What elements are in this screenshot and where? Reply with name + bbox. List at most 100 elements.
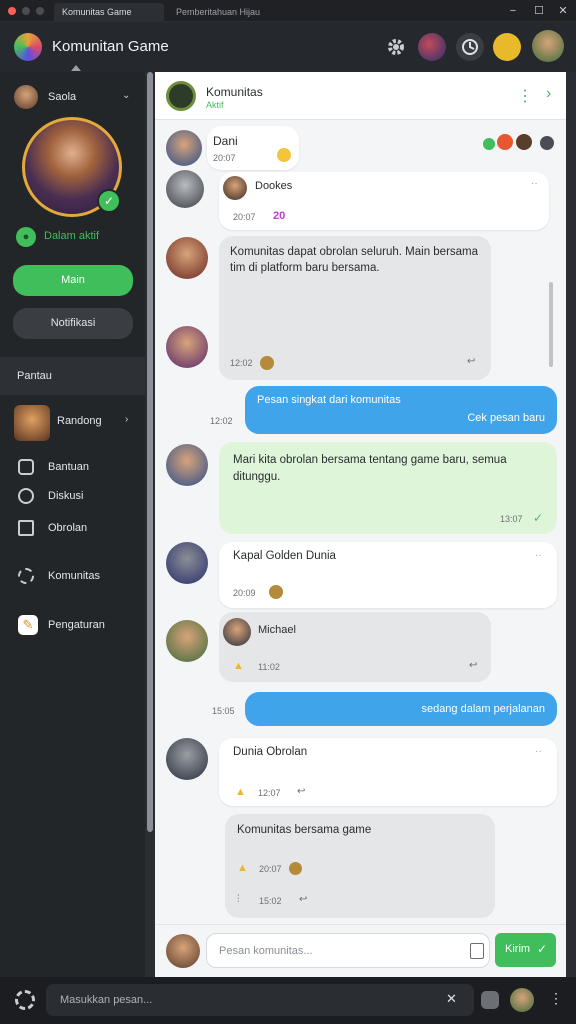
sidebar-user-avatar[interactable]	[14, 85, 38, 109]
chat-icon	[18, 520, 34, 536]
more-vertical-icon[interactable]: ⋮	[517, 86, 533, 106]
app-logo-icon	[14, 33, 42, 61]
sidebar-user-name: Saola	[48, 91, 77, 103]
coin-icon[interactable]	[493, 33, 521, 61]
more-vertical-icon[interactable]: ⋮	[549, 990, 563, 1007]
avatar[interactable]	[166, 326, 208, 368]
sidebar-item-label: Komunitas	[48, 570, 100, 582]
avatar[interactable]	[166, 444, 208, 486]
notifications-button[interactable]: Notifikasi	[13, 308, 133, 339]
more-icon[interactable]: ··	[535, 746, 542, 757]
profile-avatar-icon[interactable]	[418, 33, 446, 61]
message-bubble[interactable]: Komunitas dapat obrolan seluruh. Main be…	[219, 236, 491, 380]
sidebar-item-label: Pengaturan	[48, 619, 105, 631]
chat-scrollbar[interactable]	[549, 282, 553, 367]
verified-badge-icon: ✓	[97, 189, 121, 213]
sidebar-item-discussion[interactable]: Diskusi	[0, 486, 145, 506]
chat-edge-scrollbar[interactable]	[566, 72, 576, 977]
reaction-icons[interactable]	[483, 134, 559, 154]
message-bubble[interactable]: Kapal Golden Dunia 20:09 ··	[219, 542, 557, 608]
message-bubble[interactable]: Dunia Obrolan ▲ 12:07 ↩ ··	[219, 738, 557, 806]
minimize-dot-icon[interactable]	[22, 7, 30, 15]
emoji-icon	[260, 356, 274, 370]
message-input[interactable]: Pesan komunitas...	[206, 933, 490, 968]
reply-icon[interactable]: ↩	[299, 894, 307, 905]
alert-reaction-icon	[497, 134, 513, 150]
chevron-down-icon[interactable]: ⌄	[122, 90, 130, 101]
discussion-icon	[18, 488, 34, 504]
room-avatar[interactable]	[166, 81, 196, 111]
tab-inactive[interactable]: Pemberitahuan Hijau	[168, 3, 368, 21]
achievement-icon[interactable]	[456, 33, 484, 61]
tab-active[interactable]: Komunitas Game	[54, 3, 164, 21]
avatar[interactable]	[166, 542, 208, 584]
gear-icon[interactable]	[382, 33, 410, 61]
sidebar-item-help[interactable]: Bantuan	[0, 457, 145, 477]
avatar[interactable]	[166, 620, 208, 662]
avatar[interactable]	[166, 170, 204, 208]
sidebar-item-chat[interactable]: Obrolan	[0, 518, 145, 538]
composer-avatar[interactable]	[166, 934, 200, 968]
message-bubble[interactable]: Michael ▲ 11:02 ↩	[219, 612, 491, 682]
more-icon[interactable]: ··	[531, 178, 538, 189]
message-bubble-outgoing[interactable]: sedang dalam perjalanan	[245, 692, 557, 726]
tools-icon[interactable]: ✕	[446, 991, 457, 1007]
message-text: Komunitas dapat obrolan seluruh. Main be…	[230, 246, 479, 274]
message-text: Pesan singkat dari komunitas	[257, 394, 401, 406]
group-avatar[interactable]	[14, 405, 50, 441]
settings-icon[interactable]	[15, 990, 35, 1010]
user-avatar[interactable]	[532, 30, 564, 62]
chevron-right-icon[interactable]: ›	[125, 414, 128, 425]
reply-icon[interactable]: ↩	[297, 786, 305, 797]
room-title: Komunitas	[206, 85, 263, 99]
attachment-icon[interactable]: ⫶	[237, 894, 240, 905]
footer-avatar[interactable]	[510, 988, 534, 1012]
footer-search-input[interactable]: Masukkan pesan... ✕	[46, 984, 474, 1016]
flame-icon: ▲	[235, 786, 246, 798]
status-label: Dalam aktif	[44, 230, 100, 242]
header-pointer-icon	[71, 65, 81, 71]
message-bubble[interactable]: Dookes 20:07 20 ··	[219, 172, 549, 230]
app-title: Komunitan Game	[52, 38, 169, 55]
main-button[interactable]: Main	[13, 265, 133, 296]
user-reaction-icon	[516, 134, 532, 150]
avatar[interactable]	[166, 130, 202, 166]
more-icon[interactable]: ··	[535, 550, 542, 561]
message-bubble[interactable]: Dani 20:07	[207, 126, 299, 170]
avatar[interactable]	[166, 738, 208, 780]
send-button[interactable]: Kirim ✓	[495, 933, 556, 967]
maximize-dot-icon[interactable]	[36, 7, 44, 15]
message-author: Dani	[213, 134, 238, 148]
message-author: Dookes	[255, 180, 293, 192]
sidebar-scrollbar[interactable]	[145, 72, 155, 977]
double-check-icon: ✓	[533, 511, 544, 525]
maximize-icon[interactable]: ☐	[531, 3, 547, 19]
chevron-right-icon[interactable]: ›	[546, 85, 551, 103]
message-input-placeholder: Pesan komunitas...	[219, 945, 313, 957]
message-bubble[interactable]: Komunitas bersama game ▲ 20:07 ⫶ 15:02 ↩	[225, 814, 495, 918]
group-name: Randong	[57, 415, 102, 427]
message-bubble[interactable]: Mari kita obrolan bersama tentang game b…	[219, 442, 557, 534]
message-time: 15:05	[212, 706, 235, 716]
pencil-icon: ✎	[18, 615, 38, 635]
emoji-icon	[277, 148, 291, 162]
avatar[interactable]	[166, 237, 208, 279]
sidebar-scroll-thumb[interactable]	[147, 72, 153, 832]
sidebar-item-settings[interactable]: ✎ Pengaturan	[0, 614, 145, 636]
reply-icon[interactable]: ↩	[469, 660, 477, 671]
check-reaction-icon	[483, 138, 495, 150]
message-time: 20:07	[213, 153, 236, 163]
close-dot-icon[interactable]	[8, 7, 16, 15]
attach-icon[interactable]	[470, 943, 484, 959]
message-time: 20:07	[233, 212, 256, 222]
section-header: Pantau	[0, 357, 145, 395]
sidebar-item-community[interactable]: Komunitas	[0, 566, 145, 586]
minimize-icon[interactable]: −	[505, 3, 521, 19]
settings-reaction-icon	[540, 136, 554, 150]
controller-icon[interactable]	[481, 991, 499, 1009]
reply-icon[interactable]: ↩	[467, 356, 475, 367]
emoji-icon	[289, 862, 302, 875]
close-icon[interactable]: ✕	[555, 3, 571, 19]
message-bubble-outgoing[interactable]: Pesan singkat dari komunitas Cek pesan b…	[245, 386, 557, 434]
message-time: 12:02	[210, 416, 233, 426]
